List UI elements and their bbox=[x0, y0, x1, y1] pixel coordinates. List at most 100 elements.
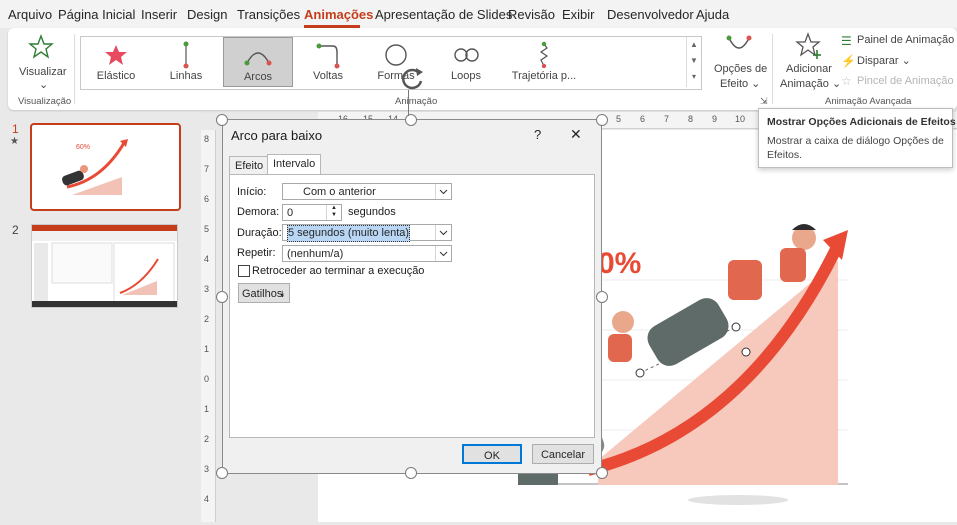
effect-options-label: Opções de bbox=[714, 63, 768, 75]
ruler-number: 9 bbox=[712, 114, 718, 124]
resize-handle[interactable] bbox=[405, 114, 417, 126]
resize-handle[interactable] bbox=[216, 114, 228, 126]
menu-pagina-inicial[interactable]: Página Inicial bbox=[58, 7, 135, 22]
gallery-item-loops[interactable]: Loops bbox=[433, 37, 499, 87]
slide-thumbnail-2[interactable] bbox=[31, 224, 178, 308]
tab-intervalo[interactable]: Intervalo bbox=[267, 154, 322, 176]
arc-down-dialog: Arco para baixo ? ✕ Efeito Intervalo Iní… bbox=[222, 119, 602, 474]
animation-pane-button[interactable]: ☰ Painel de Animação bbox=[841, 33, 955, 49]
tooltip-title: Mostrar Opções Adicionais de Efeitos bbox=[767, 116, 956, 128]
delay-spinner[interactable]: ▲ ▼ bbox=[326, 205, 341, 220]
triggers-button[interactable]: Gatilhos ⯯ bbox=[238, 283, 290, 303]
gallery-label: Loops bbox=[451, 70, 481, 82]
effect-options-label2: Efeito ⌄ bbox=[720, 78, 761, 90]
repeat-value: (nenhum/a) bbox=[287, 248, 344, 260]
menu-arquivo[interactable]: Arquivo bbox=[8, 7, 52, 22]
menu-bar: Arquivo Página Inicial Inserir Design Tr… bbox=[0, 0, 957, 28]
ok-button[interactable]: OK bbox=[462, 444, 522, 464]
effect-options-button[interactable]: Opções de Efeito ⌄ bbox=[708, 32, 770, 92]
preview-label: Visualizar bbox=[19, 66, 67, 78]
add-animation-label2: Animação ⌄ bbox=[780, 78, 842, 90]
ruler-number: 2 bbox=[204, 434, 210, 444]
add-animation-button[interactable]: Adicionar Animação ⌄ bbox=[778, 32, 842, 92]
animation-star-icon: ★ bbox=[10, 136, 19, 147]
start-select[interactable]: Com o anterior bbox=[282, 183, 452, 200]
line-path-icon bbox=[183, 41, 189, 69]
menu-exibir[interactable]: Exibir bbox=[562, 7, 595, 22]
trigger-button[interactable]: ⚡ Disparar ⌄ bbox=[841, 53, 953, 69]
menu-transicoes[interactable]: Transições bbox=[237, 7, 300, 22]
gallery-label: Linhas bbox=[169, 70, 203, 82]
rewind-label: Retroceder ao terminar a execução bbox=[252, 265, 425, 277]
ruler-number: 3 bbox=[204, 464, 210, 474]
cancel-button[interactable]: Cancelar bbox=[532, 444, 594, 464]
ruler-number: 7 bbox=[204, 164, 210, 174]
effect-options-icon bbox=[726, 35, 752, 49]
scroll-down-icon[interactable]: ▼ bbox=[687, 53, 701, 69]
painter-icon: ☆ bbox=[841, 74, 852, 88]
tab-efeito[interactable]: Efeito bbox=[229, 156, 270, 175]
thumb-percent-text: 60% bbox=[76, 144, 90, 151]
menu-design[interactable]: Design bbox=[187, 7, 227, 22]
rewind-checkbox[interactable] bbox=[238, 265, 250, 277]
separator bbox=[772, 34, 773, 104]
preview-button[interactable]: Visualizar ⌄ bbox=[14, 32, 68, 92]
gallery-more-icon[interactable]: ▾ bbox=[687, 69, 701, 85]
menu-revisao[interactable]: Revisão bbox=[508, 7, 555, 22]
dialog-title: Arco para baixo bbox=[231, 128, 323, 143]
gallery-item-voltas[interactable]: Voltas bbox=[295, 37, 361, 87]
ruler-number: 8 bbox=[204, 134, 210, 144]
help-button[interactable]: ? bbox=[534, 127, 541, 142]
ruler-number: 2 bbox=[204, 314, 210, 324]
rotate-connector bbox=[408, 90, 409, 116]
repeat-select[interactable]: (nenhum/a) bbox=[282, 245, 452, 262]
gallery-label: Trajetória p... bbox=[511, 70, 577, 82]
menu-ajuda[interactable]: Ajuda bbox=[696, 7, 729, 22]
ruler-number: 5 bbox=[616, 114, 622, 124]
lightning-icon: ⚡ bbox=[841, 54, 856, 68]
resize-handle[interactable] bbox=[405, 467, 417, 479]
close-button[interactable]: ✕ bbox=[570, 126, 582, 143]
menu-inserir[interactable]: Inserir bbox=[141, 7, 177, 22]
slide-percent-text: 0% bbox=[598, 247, 641, 280]
add-animation-star-icon bbox=[795, 32, 821, 59]
start-label: Início: bbox=[237, 186, 267, 198]
delay-input[interactable]: 0 ▲ ▼ bbox=[282, 204, 342, 221]
gallery-label: Arcos bbox=[243, 71, 273, 83]
gallery-item-trajetoria[interactable]: Trajetória p... bbox=[499, 37, 589, 87]
menu-apresentacao[interactable]: Apresentação de Slides bbox=[375, 7, 512, 22]
ruler-number: 0 bbox=[204, 374, 210, 384]
slide-thumbnail-1[interactable]: 60% bbox=[30, 123, 181, 211]
arc-path-icon bbox=[244, 52, 272, 66]
resize-handle[interactable] bbox=[596, 291, 608, 303]
motion-path-gallery: Elástico Linhas Arcos Voltas Formas Loop… bbox=[80, 36, 702, 90]
turn-path-icon bbox=[316, 43, 340, 69]
dialog-launcher-icon[interactable]: ⇲ bbox=[760, 96, 768, 107]
animation-pane-label: Painel de Animação bbox=[857, 34, 955, 46]
resize-handle[interactable] bbox=[216, 467, 228, 479]
scroll-up-icon[interactable]: ▲ bbox=[687, 37, 701, 53]
menu-animacoes[interactable]: Animações bbox=[304, 7, 373, 22]
resize-handle[interactable] bbox=[216, 291, 228, 303]
resize-handle[interactable] bbox=[596, 467, 608, 479]
gallery-item-elastico[interactable]: Elástico bbox=[83, 37, 149, 87]
trigger-label: Disparar ⌄ bbox=[857, 55, 911, 67]
duration-label: Duração: bbox=[237, 227, 282, 239]
animation-painter-button[interactable]: ☆ Pincel de Animação bbox=[841, 74, 954, 90]
duration-select[interactable]: 5 segundos (muito lenta) bbox=[282, 224, 452, 242]
slide-thumbnail-panel: 1 ★ 60% 2 bbox=[0, 112, 197, 522]
chevron-down-icon bbox=[435, 184, 451, 199]
animation-pane-icon: ☰ bbox=[841, 34, 852, 48]
timing-pane: Início: Com o anterior Demora: 0 ▲ ▼ segu… bbox=[229, 174, 595, 438]
gallery-scroll[interactable]: ▲ ▼ ▾ bbox=[686, 37, 701, 87]
ruler-number: 7 bbox=[664, 114, 670, 124]
gallery-item-linhas[interactable]: Linhas bbox=[153, 37, 219, 87]
triggers-arrow-icon: ⯯ bbox=[279, 289, 285, 299]
gallery-item-arcos[interactable]: Arcos bbox=[223, 37, 293, 87]
rotate-handle-icon[interactable] bbox=[397, 63, 427, 93]
thumbnail-2-art bbox=[32, 225, 177, 307]
ribbon: Visualizar ⌄ Visualização Elástico Linha… bbox=[8, 28, 957, 110]
effect-options-tooltip: Mostrar Opções Adicionais de Efeitos Mos… bbox=[758, 108, 956, 168]
resize-handle[interactable] bbox=[596, 114, 608, 126]
menu-desenvolvedor[interactable]: Desenvolvedor bbox=[607, 7, 694, 22]
